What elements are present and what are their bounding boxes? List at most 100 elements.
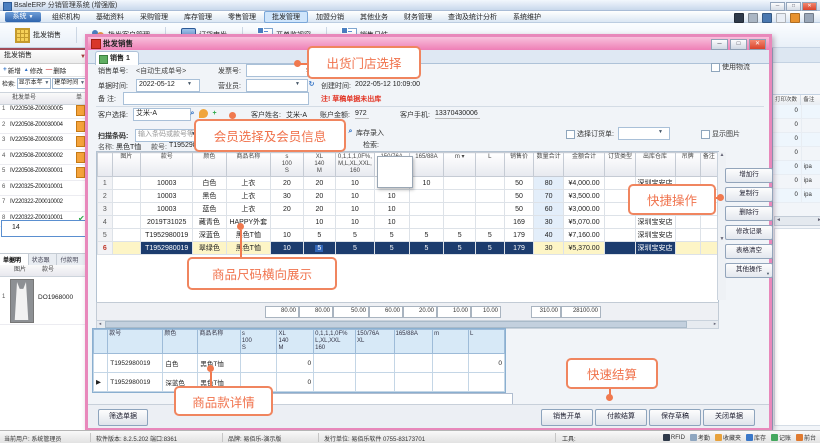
grid-cell[interactable]: 1 bbox=[98, 177, 113, 190]
menu-item-查询及统计分析[interactable]: 查询及统计分析 bbox=[440, 11, 505, 23]
grid-col-header[interactable]: 金额合计 bbox=[563, 153, 605, 177]
grid-cell[interactable]: 50 bbox=[504, 177, 534, 190]
detail-col-header[interactable]: 商品名称 bbox=[198, 330, 240, 354]
grid-cell[interactable]: 上衣 bbox=[226, 190, 271, 203]
status-icon-收藏夹[interactable]: 收藏夹 bbox=[715, 433, 741, 442]
grid-cell[interactable]: 5 bbox=[336, 242, 375, 255]
detail-col-header[interactable]: 0,1,1,1,0F% L,XL,XXL 160 bbox=[314, 330, 356, 354]
dialog-titlebar[interactable]: 批发销售 ─ □ ✕ bbox=[88, 37, 769, 51]
device-icon[interactable] bbox=[734, 13, 744, 23]
grid-cell[interactable]: 10 bbox=[336, 216, 375, 229]
grid-col-header[interactable]: 165/88A bbox=[409, 153, 444, 177]
grid-cell[interactable]: HAPPY外套 bbox=[226, 216, 271, 229]
grid-cell[interactable] bbox=[476, 216, 504, 229]
action-button-其他操作[interactable]: 其他操作▼ bbox=[725, 263, 773, 278]
background-hscrollbar[interactable]: ◄► bbox=[774, 216, 820, 226]
dialog-minimize-button[interactable]: ─ bbox=[711, 39, 728, 50]
grid-col-header[interactable]: 图片 bbox=[112, 153, 141, 177]
stock-entry-link[interactable]: 库存录入 bbox=[356, 128, 384, 138]
status-icon-考勤[interactable]: 考勤 bbox=[690, 433, 710, 442]
grid-cell[interactable]: 20 bbox=[303, 190, 336, 203]
grid-cell[interactable]: 10 bbox=[374, 203, 409, 216]
grid-cell[interactable]: 10 bbox=[271, 229, 304, 242]
action-button-增加行[interactable]: 增加行 bbox=[725, 168, 773, 183]
detail-col-header[interactable]: XL 140 M bbox=[277, 330, 314, 354]
grid-cell[interactable] bbox=[112, 177, 141, 190]
menu-item-批发管理[interactable]: 批发管理 bbox=[264, 11, 308, 23]
product-grid-row[interactable]: 310003蓝色上衣202010105060¥3,000.00深圳宝安店 bbox=[98, 203, 718, 216]
system-menu-button[interactable]: 系统 ▼ bbox=[5, 12, 41, 22]
grid-cell[interactable]: 10 bbox=[409, 177, 444, 190]
settings-icon[interactable] bbox=[804, 13, 814, 23]
size-cell-dropdown[interactable] bbox=[377, 156, 413, 188]
grid-cell[interactable] bbox=[444, 177, 476, 190]
grid-cell[interactable]: 70 bbox=[534, 190, 563, 203]
grid-cell[interactable] bbox=[444, 216, 476, 229]
window-close-button[interactable]: ✕ bbox=[802, 2, 817, 11]
grid-cell[interactable] bbox=[409, 190, 444, 203]
toolbar-item-批发销售[interactable]: 批发销售 bbox=[6, 25, 70, 45]
grid-cell[interactable]: 20 bbox=[303, 177, 336, 190]
dialog-maximize-button[interactable]: □ bbox=[730, 39, 747, 50]
menu-item-库存管理[interactable]: 库存管理 bbox=[176, 11, 220, 23]
grid-cell[interactable]: 5 bbox=[98, 229, 113, 242]
menu-item-采购管理[interactable]: 采购管理 bbox=[132, 11, 176, 23]
sidebar-filter-建单时间[interactable]: 建单时间 ▼ bbox=[52, 78, 87, 89]
product-grid-row[interactable]: 210003黑色上衣302010105070¥3,500.00深圳宝安店 bbox=[98, 190, 718, 203]
grid-cell[interactable]: 深圳宝安店 bbox=[635, 229, 675, 242]
grid-cell[interactable]: 30 bbox=[534, 242, 563, 255]
action-button-修改记录[interactable]: 修改记录 bbox=[725, 225, 773, 240]
grid-col-header[interactable]: 吊牌 bbox=[675, 153, 700, 177]
grid-cell[interactable]: 50 bbox=[504, 203, 534, 216]
grid-cell[interactable]: 5 bbox=[303, 229, 336, 242]
grid-cell[interactable]: 2019T31025 bbox=[141, 216, 193, 229]
detail-col-header[interactable]: s 100 S bbox=[240, 330, 277, 354]
grid-cell[interactable]: 蓝色 bbox=[193, 203, 226, 216]
status-icon-库存[interactable]: 库存 bbox=[746, 433, 766, 442]
remark-input[interactable] bbox=[123, 92, 309, 105]
grid-cell[interactable] bbox=[476, 190, 504, 203]
order-list-row[interactable]: 5IV220508-Z00030001 bbox=[0, 165, 86, 181]
grid-col-header[interactable]: XL 140 M bbox=[303, 153, 336, 177]
scroll-thumb[interactable] bbox=[105, 321, 687, 328]
grid-cell[interactable]: 10 bbox=[336, 203, 375, 216]
footer-button-保存草稿[interactable]: 保存草稿 bbox=[649, 409, 701, 426]
detail-col-header[interactable]: 165/88A bbox=[394, 330, 433, 354]
grid-cell[interactable]: 5 bbox=[409, 242, 444, 255]
grid-cell[interactable]: 6 bbox=[98, 242, 113, 255]
grid-cell[interactable]: 10 bbox=[374, 190, 409, 203]
detail-col-header[interactable]: 颜色 bbox=[163, 330, 198, 354]
grid-cell[interactable]: 169 bbox=[504, 216, 534, 229]
grid-col-header[interactable]: s 100 S bbox=[271, 153, 304, 177]
product-grid-row[interactable]: 42019T31025藏青色HAPPY外套10101016930¥5,070.0… bbox=[98, 216, 718, 229]
grid-cell[interactable] bbox=[700, 242, 717, 255]
grid-cell[interactable] bbox=[112, 190, 141, 203]
grid-cell[interactable] bbox=[605, 229, 635, 242]
grid-cell[interactable]: ¥5,370.00 bbox=[563, 242, 605, 255]
grid-cell[interactable]: 30 bbox=[534, 216, 563, 229]
search-icon[interactable]: ⌕ bbox=[188, 109, 197, 118]
sidebar-filter-显示本年[interactable]: 显示本年 ▼ bbox=[17, 78, 52, 89]
customer-input[interactable]: 艾米-A bbox=[133, 108, 191, 121]
grid-cell[interactable]: 5 bbox=[374, 229, 409, 242]
menu-item-基础资料[interactable]: 基础资料 bbox=[88, 11, 132, 23]
add-customer-icon[interactable]: + bbox=[210, 109, 219, 118]
grid-cell[interactable]: T1952980019 bbox=[141, 242, 193, 255]
grid-cell[interactable]: 5 bbox=[476, 242, 504, 255]
grid-cell[interactable]: 50 bbox=[504, 190, 534, 203]
grid-cell[interactable] bbox=[476, 177, 504, 190]
order-list-row[interactable]: 2IV220508-Z00030004 bbox=[0, 119, 86, 135]
grid-cell[interactable]: 20 bbox=[271, 177, 304, 190]
grid-cell[interactable] bbox=[476, 203, 504, 216]
grid-cell[interactable]: ¥5,070.00 bbox=[563, 216, 605, 229]
grid-cell[interactable]: 深圳宝安店 bbox=[635, 216, 675, 229]
grid-cell[interactable]: 5 bbox=[444, 242, 476, 255]
grid-cell[interactable] bbox=[112, 242, 141, 255]
menu-item-财务管理[interactable]: 财务管理 bbox=[396, 11, 440, 23]
detail-col-header[interactable] bbox=[94, 330, 108, 354]
menu-item-其他业务[interactable]: 其他业务 bbox=[352, 11, 396, 23]
order-list-row[interactable]: 6IV220325-Z00010001 bbox=[0, 181, 86, 197]
grid-col-header[interactable]: m ▾ bbox=[444, 153, 476, 177]
grid-cell[interactable]: 黑色T恤 bbox=[226, 242, 271, 255]
sidebar-action-修改[interactable]: ▲修改 bbox=[23, 65, 44, 75]
